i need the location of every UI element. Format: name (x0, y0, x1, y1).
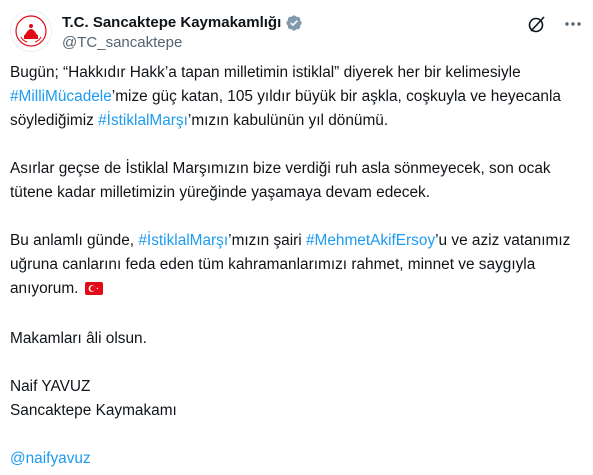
hashtag-istiklal-marsi[interactable]: #İstiklalMarşı (138, 232, 228, 249)
text-segment: ’mızın şairi (228, 232, 302, 249)
emblem-logo (15, 15, 47, 47)
text-segment: Asırlar geçse de İstiklal Marşımızın biz… (10, 160, 514, 177)
handle[interactable]: @TC_sancaktepe (62, 33, 303, 53)
signature: Naif YAVUZ Sancaktepe Kaymakamı (10, 375, 585, 423)
text-segment: Bugün; “Hakkıdır Hakk’a tapan milletimin… (10, 64, 521, 81)
more-options-icon[interactable] (563, 14, 583, 34)
verified-badge-icon (285, 14, 303, 32)
mention-paragraph: @naifyavuz (10, 447, 585, 471)
turkey-flag-icon (84, 279, 103, 303)
paragraph-1: Bugün; “Hakkıdır Hakk’a tapan milletimin… (10, 61, 585, 133)
text-segment: ’mızın kabulünün yıl dönümü. (187, 112, 389, 129)
signature-title: Sancaktepe Kaymakamı (10, 402, 177, 419)
display-name[interactable]: T.C. Sancaktepe Kaymakamlığı (62, 13, 281, 33)
hashtag-milli-mucadele[interactable]: #MilliMücadele (10, 88, 112, 105)
grok-icon[interactable] (527, 14, 547, 34)
paragraph-4: Makamları âli olsun. (10, 330, 147, 347)
tweet-header: T.C. Sancaktepe Kaymakamlığı @TC_sancakt… (10, 10, 583, 54)
signature-name: Naif YAVUZ (10, 378, 91, 395)
paragraph-2: Asırlar geçse de İstiklal Marşımızın biz… (10, 157, 585, 205)
account-names: T.C. Sancaktepe Kaymakamlığı @TC_sancakt… (62, 13, 303, 53)
avatar[interactable] (10, 10, 52, 52)
tweet-text: Bugün; “Hakkıdır Hakk’a tapan milletimin… (10, 61, 585, 471)
text-segment: Bu anlamlı günde, (10, 232, 135, 249)
text-segment: ’mize güç katan, 105 yıldır büyük bir aş… (111, 88, 487, 105)
hashtag-istiklal-marsi[interactable]: #İstiklalMarşı (98, 112, 188, 129)
hashtag-mehmet-akif-ersoy[interactable]: #MehmetAkifErsoy (306, 232, 435, 249)
mention-naifyavuz[interactable]: @naifyavuz (10, 450, 91, 467)
text-segment: ’u ve aziz (435, 232, 500, 249)
paragraph-3: Bu anlamlı günde, #İstiklalMarşı’mızın ş… (10, 229, 585, 303)
header-actions (527, 14, 583, 34)
